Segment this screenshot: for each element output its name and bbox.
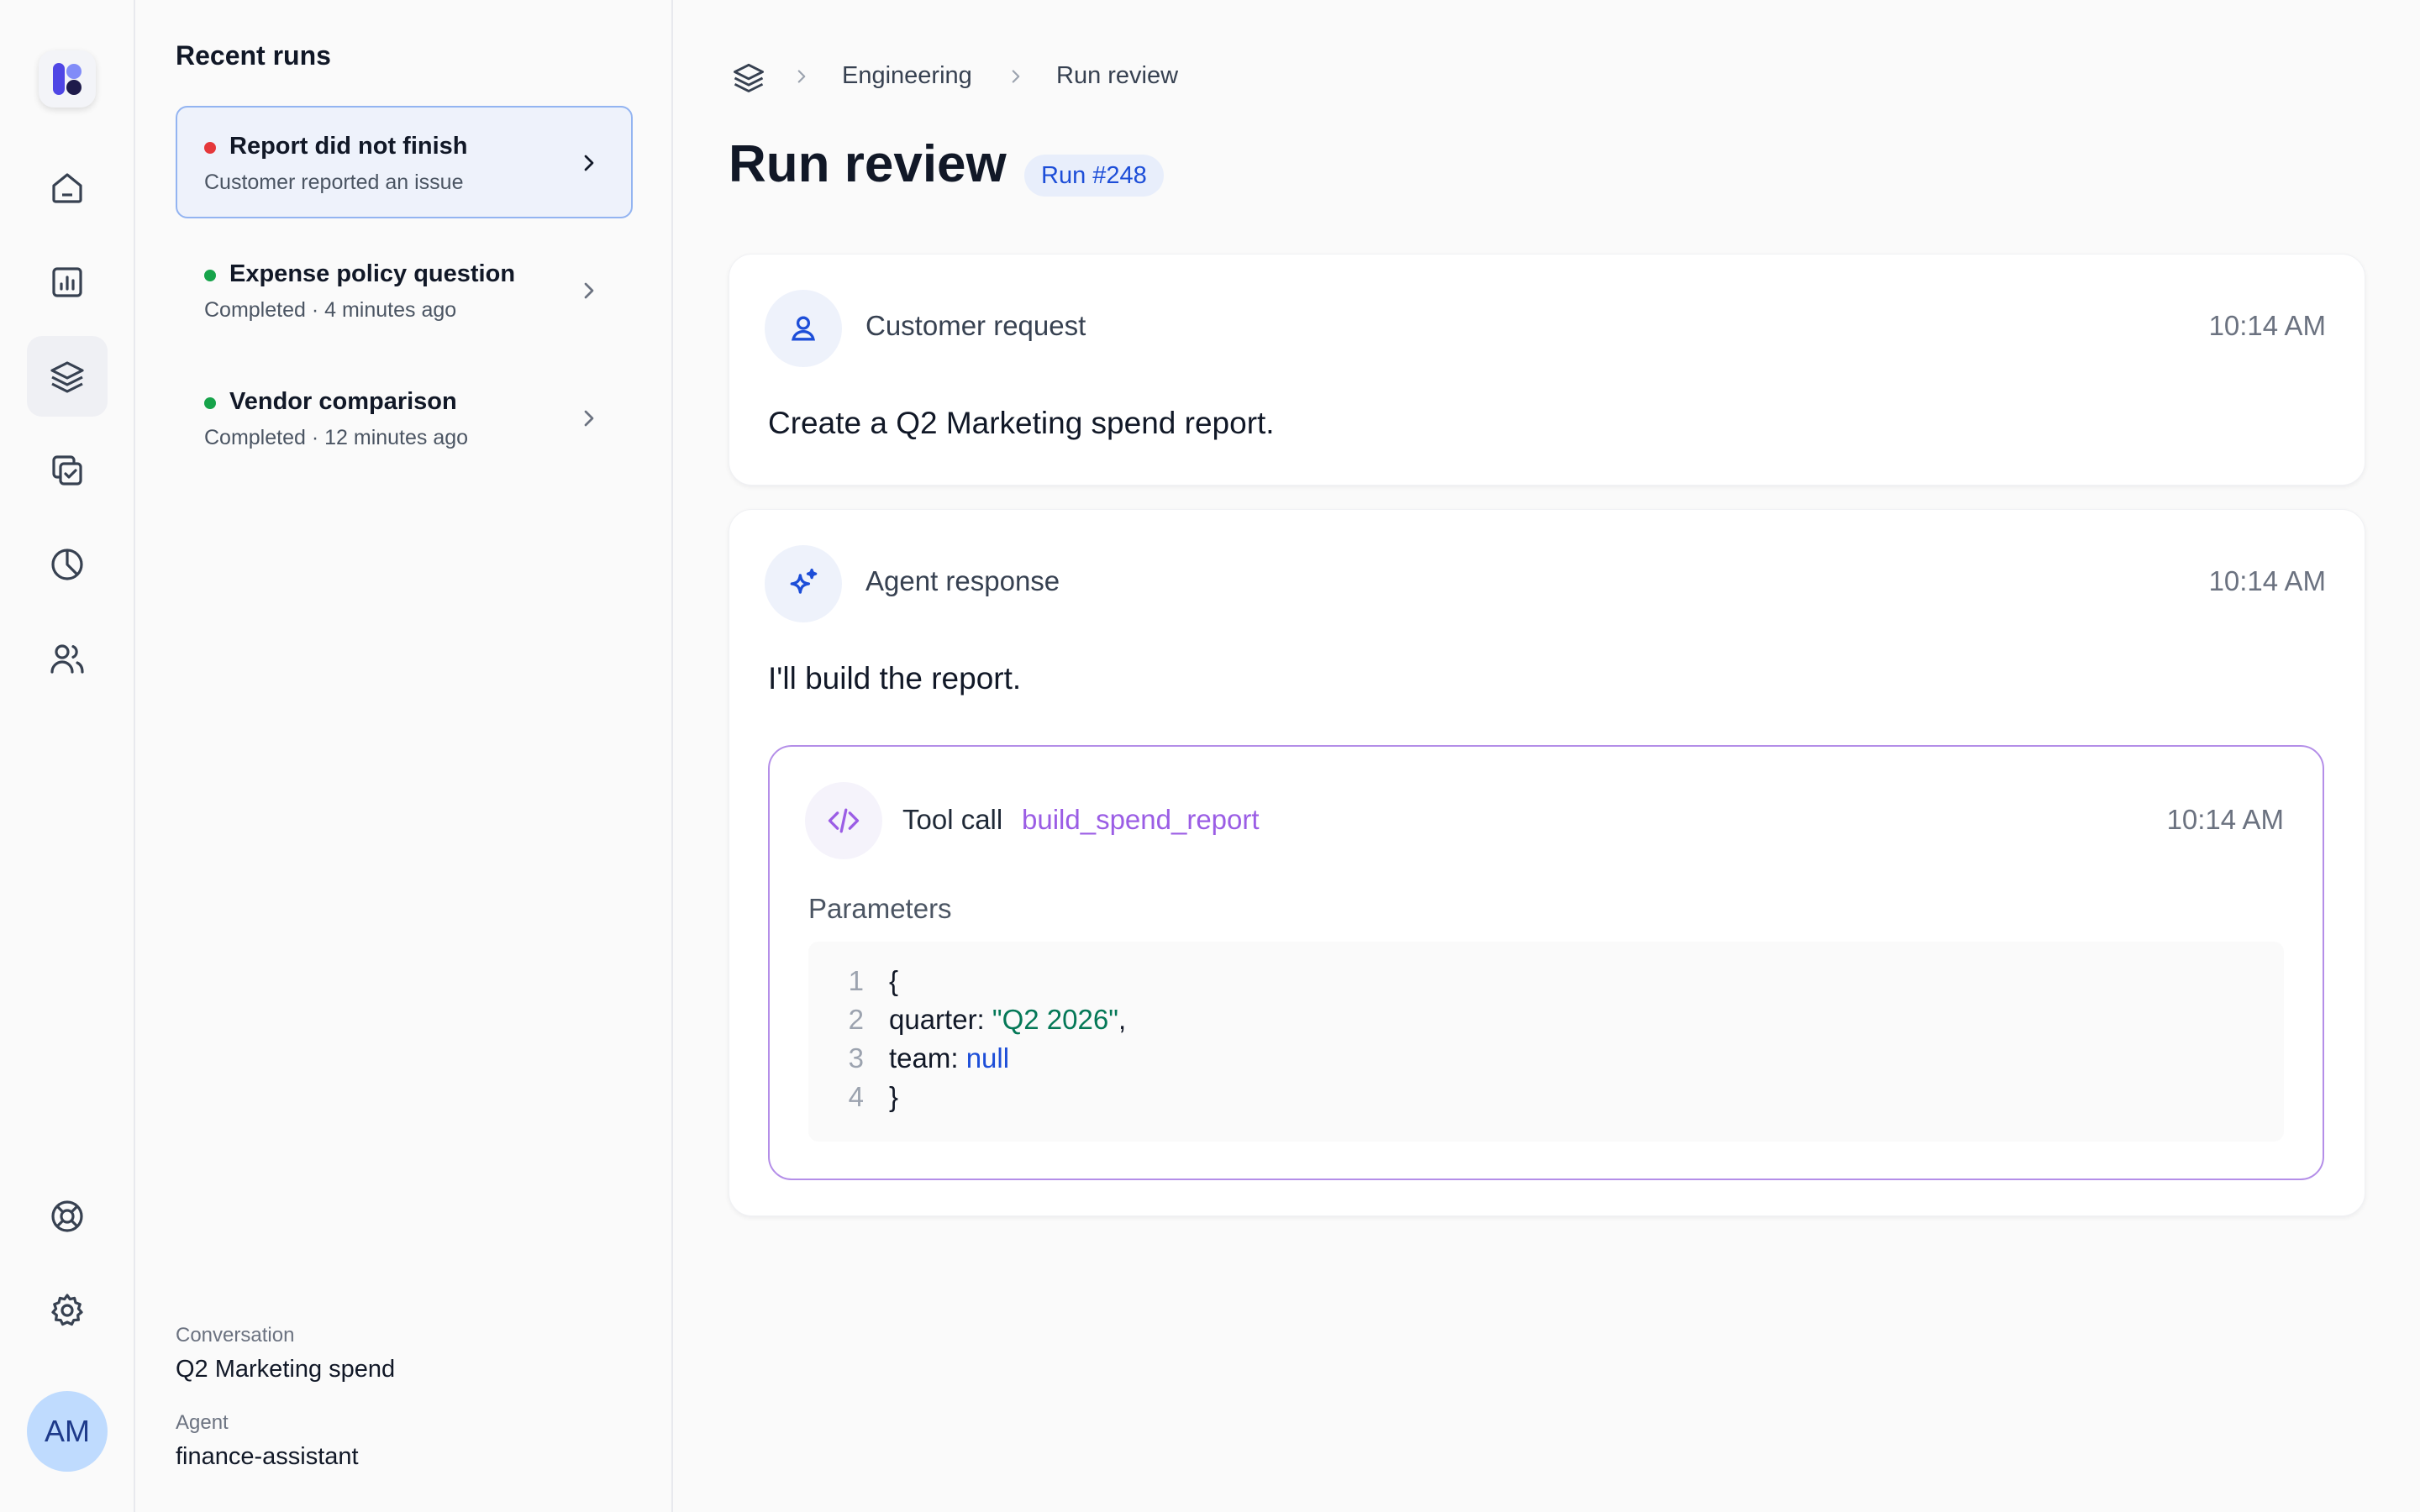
user-icon (791, 316, 816, 341)
code-token: } (889, 1081, 899, 1112)
rail-users-button[interactable] (27, 618, 108, 699)
rail-reports-button[interactable] (27, 242, 108, 323)
code-token: { (889, 965, 899, 996)
rail-tasks-button[interactable] (27, 430, 108, 511)
success-status-dot (204, 397, 216, 409)
agent-response-body: I'll build the report. (768, 661, 1022, 696)
code-token: quarter: (889, 1004, 992, 1035)
conversation-value: Q2 Marketing spend (176, 1356, 396, 1383)
rail-settings-button[interactable] (27, 1270, 108, 1351)
chevron-right-icon (584, 282, 594, 299)
tool-call-name[interactable]: build_spend_report (1022, 804, 1260, 836)
code-icon-circle (805, 782, 882, 859)
run-item-name: Report did not finish (229, 133, 468, 160)
pie-chart-icon (51, 549, 83, 580)
chevron-right-icon (584, 410, 594, 427)
run-item-subtitle: Customer reported an issue (204, 171, 464, 194)
code-icon (828, 808, 860, 833)
line-number: 2 (848, 1004, 864, 1035)
agent-response-title: Agent response (865, 565, 1060, 596)
rail-analytics-button[interactable] (27, 524, 108, 605)
run-item-subtitle: Completed · 12 minutes ago (204, 426, 469, 449)
run-item-report-did-not-finish[interactable]: Report did not finish Customer reported … (176, 106, 633, 218)
code-text: { (889, 965, 898, 997)
agent-response-card: Agent response 10:14 AM I'll build the r… (729, 509, 2365, 1216)
user-avatar[interactable]: AM (27, 1391, 108, 1472)
conversation-label: Conversation (176, 1324, 295, 1347)
code-token: null (965, 1042, 1010, 1074)
code-token: team: (889, 1042, 966, 1074)
sparkles-icon-circle (765, 545, 842, 622)
chevron-right-icon (797, 70, 806, 83)
icon-rail: AM (0, 0, 135, 1512)
agent-value: finance-assistant (176, 1443, 359, 1470)
users-icon (50, 644, 84, 674)
recent-runs-panel: Recent runs Report did not finish Custom… (135, 0, 673, 1512)
layers-icon (50, 361, 84, 393)
check-copy-icon (52, 455, 82, 486)
rail-runs-button[interactable] (27, 336, 108, 417)
code-token: , (1118, 1004, 1127, 1035)
home-icon (52, 173, 82, 203)
code-text: quarter: "Q2 2026", (889, 1004, 1126, 1036)
run-item-name: Expense policy question (229, 260, 516, 287)
chevron-right-icon (1012, 70, 1020, 83)
bar-chart-icon (52, 267, 82, 297)
error-status-dot (204, 142, 216, 154)
rail-home-button[interactable] (27, 148, 108, 228)
run-item-name: Vendor comparison (229, 388, 457, 415)
tool-call-panel: Tool call build_spend_report 10:14 AM Pa… (768, 745, 2324, 1180)
run-number-badge: Run #248 (1024, 155, 1164, 197)
main-content: Engineering Run review Run review Run #2… (675, 0, 2420, 1512)
code-text: team: null (889, 1042, 1009, 1074)
rail-support-button[interactable] (27, 1176, 108, 1257)
breadcrumb-engineering[interactable]: Engineering (842, 62, 972, 90)
agent-label: Agent (176, 1411, 229, 1434)
customer-request-card: Customer request 10:14 AM Create a Q2 Ma… (729, 254, 2365, 486)
line-number: 4 (848, 1081, 864, 1112)
line-number: 3 (848, 1042, 864, 1074)
code-text: } (889, 1081, 898, 1113)
tool-call-label: Tool call (902, 804, 1003, 835)
customer-request-body: Create a Q2 Marketing spend report. (768, 406, 1275, 440)
user-icon-circle (765, 290, 842, 367)
agent-response-time: 10:14 AM (2208, 565, 2326, 596)
run-item-subtitle: Completed · 4 minutes ago (204, 298, 457, 322)
parameters-label: Parameters (808, 893, 952, 924)
lifebuoy-icon (51, 1200, 83, 1232)
success-status-dot (204, 270, 216, 281)
gear-icon (51, 1294, 83, 1326)
brand-logo-icon[interactable] (39, 50, 96, 108)
customer-request-title: Customer request (865, 310, 1086, 341)
breadcrumb-run-review[interactable]: Run review (1056, 62, 1178, 90)
run-item-expense-policy-question[interactable]: Expense policy question Completed · 4 mi… (176, 234, 633, 346)
chevron-right-icon (584, 155, 594, 171)
tool-call-time: 10:14 AM (2166, 804, 2284, 835)
line-number: 1 (848, 965, 864, 996)
layers-icon[interactable] (730, 59, 767, 96)
customer-request-time: 10:14 AM (2208, 310, 2326, 341)
recent-runs-title: Recent runs (176, 40, 331, 71)
sparkles-icon (790, 568, 818, 594)
run-item-vendor-comparison[interactable]: Vendor comparison Completed · 12 minutes… (176, 361, 633, 474)
parameters-code-block[interactable]: 1 {2 quarter: "Q2 2026", 3 team: null 4} (808, 942, 2284, 1142)
page-title: Run review (729, 135, 1007, 193)
code-token: "Q2 2026" (992, 1004, 1118, 1035)
